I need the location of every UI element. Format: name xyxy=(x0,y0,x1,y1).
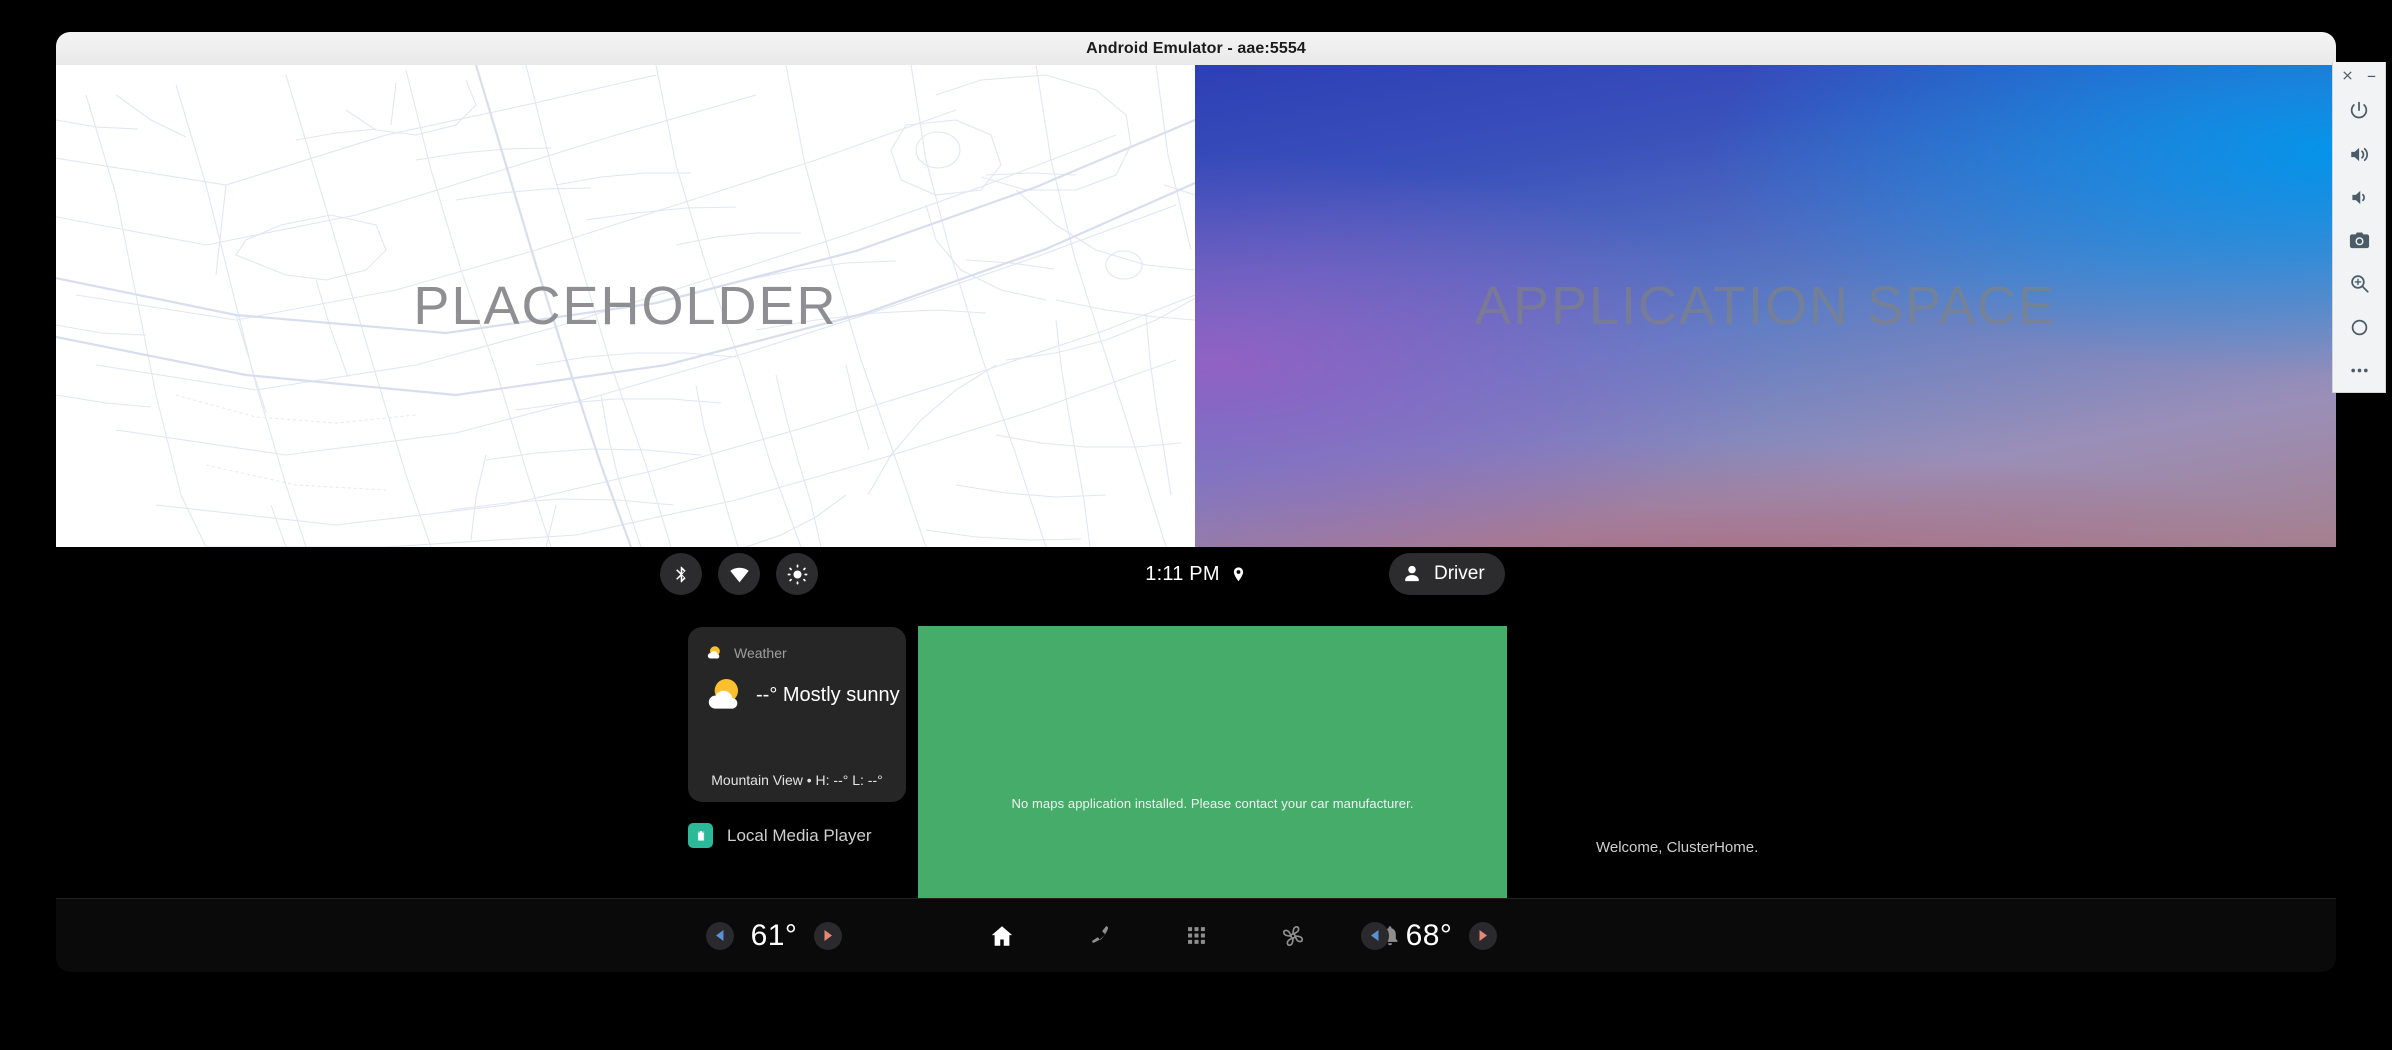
nav-climate-button[interactable] xyxy=(1275,918,1311,954)
bluetooth-icon xyxy=(675,566,686,582)
application-space-label: APPLICATION SPACE xyxy=(1474,276,2057,336)
status-clock: 1:11 PM xyxy=(1145,562,1220,585)
window-title: Android Emulator - aae:5554 xyxy=(1086,39,1306,57)
bluetooth-button[interactable] xyxy=(660,553,702,595)
triangle-left-icon xyxy=(1371,930,1379,941)
user-profile-chip[interactable]: Driver xyxy=(1389,553,1505,595)
home-main-area: Weather --° Mostly sunny Mountain View •… xyxy=(56,601,2336,972)
media-player-row[interactable]: Local Media Player xyxy=(688,823,872,848)
emulator-window: Android Emulator - aae:5554 PLACEHOLDER … xyxy=(56,32,2336,972)
status-clock-group: 1:11 PM xyxy=(56,547,2336,601)
climate-fan-icon xyxy=(1282,925,1304,946)
close-icon xyxy=(2342,71,2352,80)
map-placeholder-label: PLACEHOLDER xyxy=(413,276,838,336)
rotate-button[interactable] xyxy=(2337,306,2381,349)
close-button[interactable] xyxy=(2338,67,2356,85)
brightness-button[interactable] xyxy=(776,553,818,595)
media-player-label: Local Media Player xyxy=(727,825,872,845)
volume-up-icon xyxy=(2350,147,2368,161)
quick-controls-group xyxy=(660,547,818,601)
circle-icon xyxy=(2351,319,2367,335)
brightness-icon xyxy=(787,564,807,584)
volume-down-icon xyxy=(2351,190,2365,205)
window-titlebar[interactable]: Android Emulator - aae:5554 xyxy=(56,32,2336,66)
media-glyph-icon xyxy=(697,830,704,841)
more-icon xyxy=(2350,368,2368,373)
weather-card-header: Weather xyxy=(705,644,787,662)
volume-up-button[interactable] xyxy=(2337,133,2381,176)
weather-card[interactable]: Weather --° Mostly sunny Mountain View •… xyxy=(688,627,906,802)
emulator-side-toolbar xyxy=(2332,62,2386,393)
triangle-right-icon xyxy=(1479,930,1487,941)
apps-grid-icon xyxy=(1187,927,1205,944)
nav-phone-button[interactable] xyxy=(1081,918,1117,954)
nav-apps-button[interactable] xyxy=(1178,918,1214,954)
more-button[interactable] xyxy=(2337,349,2381,392)
weather-current: --° Mostly sunny xyxy=(704,675,900,715)
weather-condition: --° Mostly sunny xyxy=(756,683,900,706)
cluster-welcome-message: Welcome, ClusterHome. xyxy=(1596,839,1759,856)
nav-icon-group xyxy=(56,899,2336,972)
top-display-region: PLACEHOLDER APPLICATION SPACE xyxy=(56,65,2336,547)
home-icon xyxy=(991,925,1013,946)
camera-icon xyxy=(2349,232,2369,249)
partly-sunny-large-icon xyxy=(708,679,738,709)
wifi-button[interactable] xyxy=(718,553,760,595)
user-profile-label: Driver xyxy=(1434,563,1485,584)
power-button[interactable] xyxy=(2337,90,2381,133)
system-status-bar: 1:11 PM Driver xyxy=(56,547,2336,601)
partly-sunny-icon xyxy=(707,646,720,659)
volume-down-button[interactable] xyxy=(2337,176,2381,219)
screenshot-root: Android Emulator - aae:5554 PLACEHOLDER … xyxy=(0,0,2392,1050)
weather-location-highlow: Mountain View • H: --° L: --° xyxy=(711,772,883,788)
screenshot-button[interactable] xyxy=(2337,219,2381,262)
device-screen: PLACEHOLDER APPLICATION SPACE 1:11 PM Dr… xyxy=(56,65,2336,972)
power-icon xyxy=(2350,101,2368,119)
toolbar-window-buttons xyxy=(2333,62,2385,90)
media-app-icon xyxy=(688,823,713,848)
application-space-panel[interactable]: APPLICATION SPACE xyxy=(1195,65,2336,547)
nav-home-button[interactable] xyxy=(984,918,1020,954)
phone-icon xyxy=(1091,926,1108,943)
person-icon xyxy=(1405,565,1419,582)
climate-control-passenger: 68° xyxy=(1361,899,1497,972)
minimize-button[interactable] xyxy=(2362,67,2380,85)
weather-card-title: Weather xyxy=(734,645,787,661)
minimize-icon xyxy=(2367,76,2375,78)
passenger-temp-decrease-button[interactable] xyxy=(1361,921,1389,950)
bottom-nav-bar: 61° 68° xyxy=(56,898,2336,972)
passenger-temp-increase-button[interactable] xyxy=(1469,921,1497,950)
map-placeholder-panel[interactable]: PLACEHOLDER xyxy=(56,65,1195,547)
wifi-icon xyxy=(729,567,749,582)
passenger-temperature-value: 68° xyxy=(1405,918,1453,952)
zoom-icon xyxy=(2350,275,2369,294)
maps-empty-message: No maps application installed. Please co… xyxy=(1011,796,1414,811)
location-pin-icon xyxy=(1233,566,1243,581)
zoom-button[interactable] xyxy=(2337,262,2381,305)
